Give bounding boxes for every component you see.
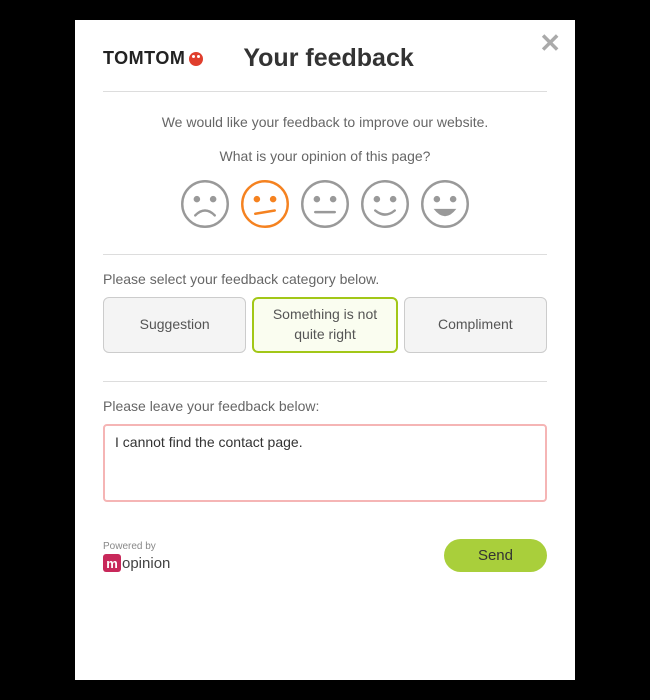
- tomtom-logo: TOMTOM: [103, 48, 203, 69]
- rating-faces: [103, 178, 547, 255]
- face-very-happy-icon[interactable]: [419, 178, 471, 230]
- logo-text: TOMTOM: [103, 48, 185, 69]
- opinion-question: What is your opinion of this page?: [103, 148, 547, 178]
- mopinion-m-icon: m: [103, 554, 121, 572]
- close-icon[interactable]: ✕: [539, 30, 561, 56]
- powered-by: Powered by m opinion: [103, 541, 170, 572]
- face-sad-icon[interactable]: [239, 178, 291, 230]
- mopinion-text: opinion: [122, 555, 170, 572]
- face-very-sad-icon[interactable]: [179, 178, 231, 230]
- modal-title: Your feedback: [243, 44, 413, 73]
- category-group: Suggestion Something is not quite right …: [103, 297, 547, 382]
- logo-icon: [189, 52, 203, 66]
- category-label: Please select your feedback category bel…: [103, 255, 547, 297]
- category-compliment-button[interactable]: Compliment: [404, 297, 547, 353]
- face-neutral-icon[interactable]: [299, 178, 351, 230]
- category-problem-button[interactable]: Something is not quite right: [252, 297, 397, 353]
- modal-header: TOMTOM Your feedback: [103, 44, 547, 92]
- face-happy-icon[interactable]: [359, 178, 411, 230]
- feedback-textarea[interactable]: [103, 424, 547, 502]
- modal-footer: Powered by m opinion Send: [103, 539, 547, 572]
- send-button[interactable]: Send: [444, 539, 547, 572]
- feedback-label: Please leave your feedback below:: [103, 382, 547, 424]
- feedback-modal: ✕ TOMTOM Your feedback We would like you…: [75, 20, 575, 680]
- powered-by-label: Powered by: [103, 541, 170, 552]
- intro-text: We would like your feedback to improve o…: [103, 92, 547, 148]
- mopinion-logo: m opinion: [103, 554, 170, 572]
- category-suggestion-button[interactable]: Suggestion: [103, 297, 246, 353]
